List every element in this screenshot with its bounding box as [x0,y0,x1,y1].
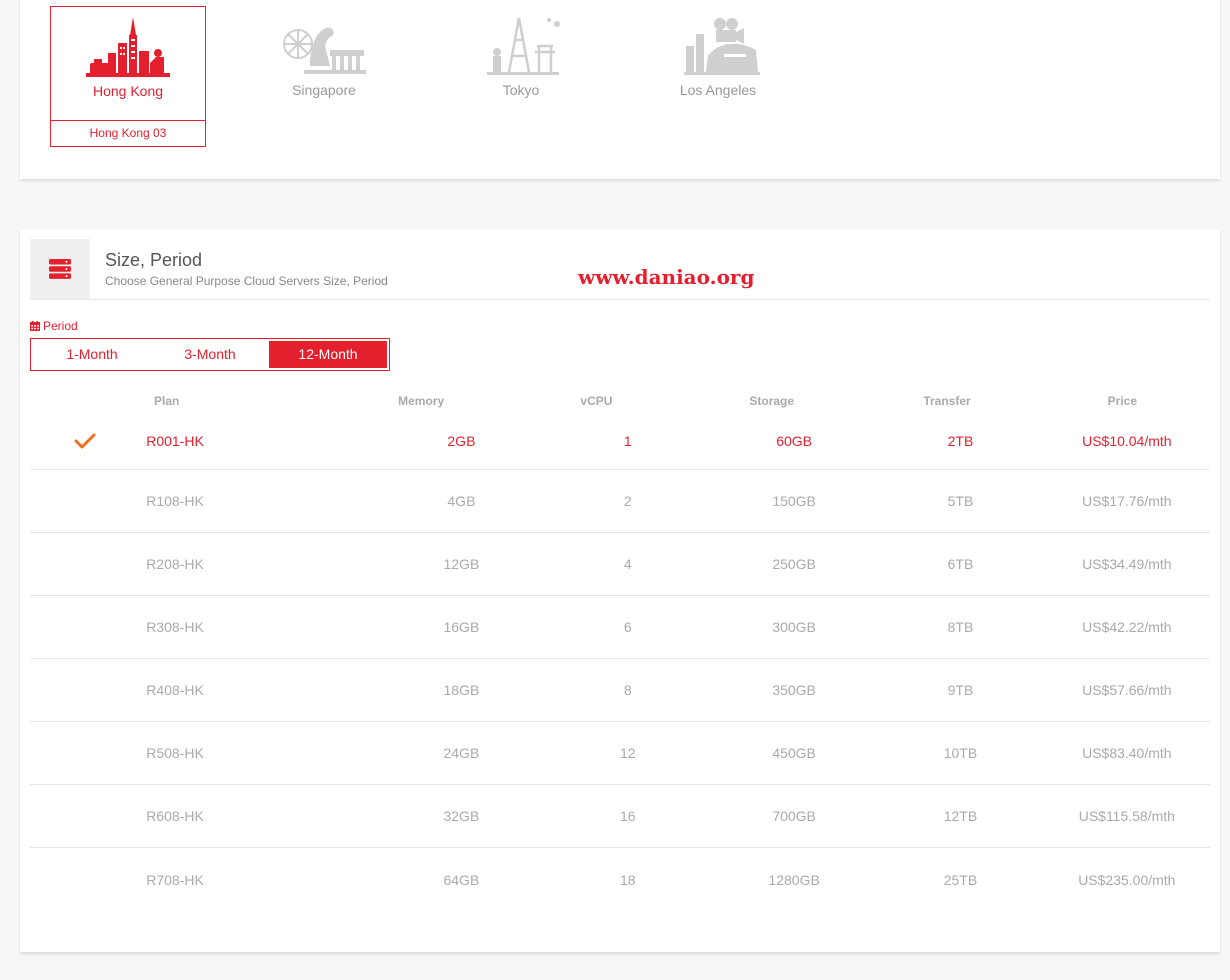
memory-cell: 32GB [443,808,480,824]
storage-cell: 300GB [772,619,816,635]
vcpu-cell: 8 [623,682,632,698]
column-header-vcpu: vCPU [580,394,613,408]
price-cell: US$10.04/mth [1082,433,1172,449]
section-title: Size, Period [105,250,203,270]
vcpu-cell: 2 [623,493,632,509]
region-name: Los Angeles [679,82,757,98]
table-row[interactable]: R108-HK 4GB 2 150GB 5TB US$17.76/mth [30,470,1210,533]
section-subtitle: Choose General Purpose Cloud Servers Siz… [105,274,388,288]
period-label: Period [30,319,78,333]
region-singapore[interactable]: Singapore [246,6,402,98]
los-angeles-hollywood-icon [684,18,760,75]
transfer-cell: 25TB [943,871,978,888]
calendar-icon [30,321,40,331]
table-row[interactable]: R001-HK 2GB 1 60GB 2TB US$10.04/mth [30,413,1210,470]
vcpu-cell: 16 [619,808,636,824]
plan-cell: R708-HK [146,871,204,888]
table-row[interactable]: R608-HK 32GB 16 700GB 12TB US$115.58/mth [30,785,1210,848]
table-row[interactable]: R308-HK 16GB 6 300GB 8TB US$42.22/mth [30,596,1210,659]
plan-cell: R001-HK [146,433,204,449]
memory-cell: 64GB [443,871,480,888]
memory-cell: 2GB [447,433,476,449]
price-cell: US$34.49/mth [1082,556,1172,572]
table-row[interactable]: R508-HK 24GB 12 450GB 10TB US$83.40/mth [30,722,1210,785]
price-cell: US$17.76/mth [1082,493,1172,509]
server-stack-icon [49,259,71,279]
sub-location-hong-kong-03[interactable]: Hong Kong 03 [51,120,205,146]
memory-cell: 18GB [443,682,480,698]
vcpu-cell: 1 [623,433,632,449]
vcpu-cell: 6 [623,619,632,635]
watermark: www.daniao.org [578,265,755,289]
plan-cell: R408-HK [146,682,204,698]
period-tab-3-month[interactable]: 3-Month [151,341,269,368]
memory-cell: 24GB [443,745,480,761]
storage-cell: 350GB [772,682,816,698]
storage-cell: 150GB [772,493,816,509]
table-row[interactable]: R708-HK 64GB 18 1280GB 25TB US$235.00/mth [30,848,1210,911]
checkmark-icon [74,433,96,449]
plan-cell: R108-HK [146,493,204,509]
price-cell: US$235.00/mth [1078,871,1176,888]
table-row[interactable]: R408-HK 18GB 8 350GB 9TB US$57.66/mth [30,659,1210,722]
column-header-price: Price [1107,394,1137,408]
storage-cell: 700GB [772,808,816,824]
region-los-angeles[interactable]: Los Angeles [640,6,796,98]
region-tokyo[interactable]: Tokyo [443,6,599,98]
column-header-plan: Plan [154,394,180,408]
hong-kong-skyline-icon [86,17,170,77]
plan-cell: R508-HK [146,745,204,761]
price-cell: US$83.40/mth [1082,745,1172,761]
region-name: Tokyo [502,82,540,98]
region-card: Hong Kong Hong Kong 03 Singapore Tokyo L… [20,0,1220,179]
plan-cell: R608-HK [146,808,204,824]
period-label-text: Period [43,319,78,333]
plan-cell: R208-HK [146,556,204,572]
price-cell: US$115.58/mth [1078,808,1175,824]
table-row[interactable]: R208-HK 12GB 4 250GB 6TB US$34.49/mth [30,533,1210,596]
column-header-storage: Storage [749,394,795,408]
transfer-cell: 5TB [947,493,974,509]
vcpu-cell: 18 [619,871,636,888]
storage-cell: 250GB [772,556,816,572]
region-name: Hong Kong [92,83,164,99]
transfer-cell: 6TB [947,556,974,572]
memory-cell: 16GB [443,619,480,635]
vcpu-cell: 12 [619,745,636,761]
row-check-cell [30,433,116,449]
region-hong-kong[interactable]: Hong Kong Hong Kong 03 [50,6,206,147]
tokyo-tower-icon [487,17,560,75]
period-tabs: 1-Month 3-Month 12-Month [30,338,390,371]
transfer-cell: 9TB [947,682,974,698]
column-header-transfer: Transfer [923,394,971,408]
transfer-cell: 12TB [943,808,978,824]
vcpu-cell: 4 [623,556,632,572]
region-name: Singapore [292,82,356,98]
memory-cell: 4GB [447,493,476,509]
plan-table: Plan Memory vCPU Storage Transfer Price … [30,389,1210,911]
storage-cell: 60GB [776,433,813,449]
price-cell: US$42.22/mth [1082,619,1172,635]
table-header: Plan Memory vCPU Storage Transfer Price [30,389,1210,413]
section-icon-box [30,239,90,299]
plan-card: Size, Period Choose General Purpose Clou… [20,229,1220,952]
column-header-memory: Memory [398,394,445,408]
transfer-cell: 10TB [943,745,978,761]
plan-cell: R308-HK [146,619,204,635]
transfer-cell: 2TB [947,433,974,449]
singapore-merlion-icon [283,27,366,74]
section-header: Size, Period Choose General Purpose Clou… [30,239,1210,300]
transfer-cell: 8TB [947,619,974,635]
period-tab-12-month[interactable]: 12-Month [269,341,387,368]
price-cell: US$57.66/mth [1082,682,1172,698]
table-body: R001-HK 2GB 1 60GB 2TB US$10.04/mth R108-HK 4GB… [30,413,1210,911]
memory-cell: 12GB [443,556,480,572]
storage-cell: 450GB [772,745,816,761]
storage-cell: 1280GB [768,871,820,888]
period-tab-1-month[interactable]: 1-Month [33,341,151,368]
